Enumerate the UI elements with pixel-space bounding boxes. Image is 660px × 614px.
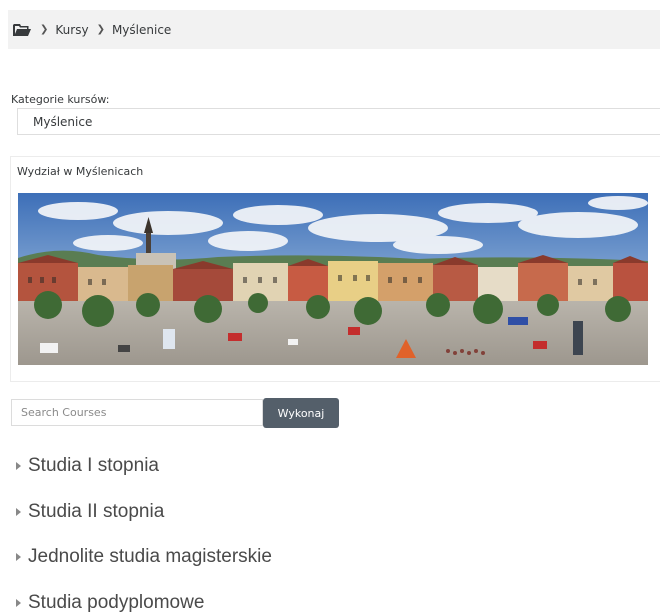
breadcrumb-item-kursy[interactable]: Kursy <box>55 23 88 37</box>
category-item-studia-podyplomowe[interactable]: Studia podyplomowe <box>16 592 204 614</box>
category-item-label: Studia podyplomowe <box>28 592 205 613</box>
category-description: Wydział w Myślenicach <box>10 156 660 382</box>
category-item-label: Studia I stopnia <box>28 455 159 476</box>
breadcrumb-item-myslenice[interactable]: Myślenice <box>112 23 171 37</box>
category-item-label: Studia II stopnia <box>28 501 165 522</box>
category-select[interactable]: Myślenice <box>17 108 660 135</box>
description-title: Wydział w Myślenicach <box>17 165 144 178</box>
caret-right-icon <box>16 553 21 561</box>
caret-right-icon <box>16 508 21 516</box>
caret-right-icon <box>16 599 21 607</box>
search-courses-input[interactable] <box>11 399 263 426</box>
category-item-studia-ii-stopnia[interactable]: Studia II stopnia <box>16 501 164 523</box>
category-item-studia-i-stopnia[interactable]: Studia I stopnia <box>16 455 159 477</box>
town-square-photo <box>18 193 648 365</box>
search-submit-button[interactable]: Wykonaj <box>263 398 339 428</box>
breadcrumb-separator: ❯ <box>40 24 49 35</box>
breadcrumb-separator: ❯ <box>96 24 105 35</box>
category-item-jednolite-studia-magisterskie[interactable]: Jednolite studia magisterskie <box>16 546 272 568</box>
folder-open-icon[interactable] <box>12 23 32 37</box>
category-item-label: Jednolite studia magisterskie <box>28 546 272 567</box>
breadcrumb: ❯ Kursy ❯ Myślenice <box>8 10 660 49</box>
category-label: Kategorie kursów: <box>11 93 110 106</box>
caret-right-icon <box>16 462 21 470</box>
